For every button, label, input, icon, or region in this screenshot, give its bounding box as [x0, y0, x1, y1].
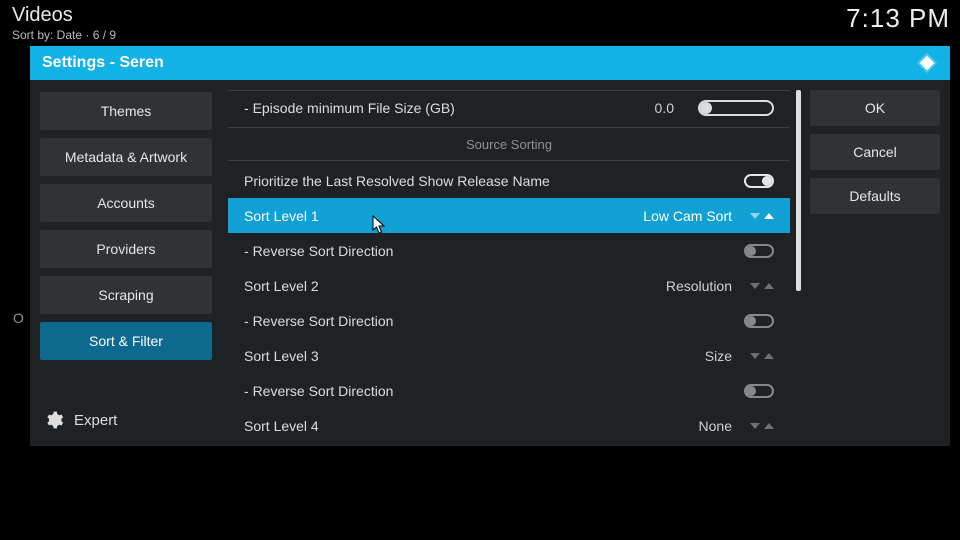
breadcrumb-subtitle: Sort by: Date · 6 / 9 [12, 28, 948, 42]
settings-level-toggle[interactable]: Expert [40, 404, 212, 436]
setting-value: Low Cam Sort [319, 208, 744, 224]
setting-reverse-sort-3[interactable]: Reverse Sort Direction [228, 373, 790, 408]
nav-item-providers[interactable]: Providers [40, 230, 212, 268]
gear-icon [44, 410, 64, 430]
setting-sort-level-1[interactable]: Sort Level 1 Low Cam Sort [228, 198, 790, 233]
chevron-up-icon[interactable] [764, 213, 774, 219]
background-stray-char: O [13, 310, 24, 326]
nav-item-metadata[interactable]: Metadata & Artwork [40, 138, 212, 176]
setting-label: Prioritize the Last Resolved Show Releas… [244, 173, 550, 189]
setting-sort-level-3[interactable]: Sort Level 3 Size [228, 338, 790, 373]
chevron-up-icon[interactable] [764, 353, 774, 359]
spinner-icon[interactable] [750, 353, 774, 359]
spinner-icon[interactable] [750, 423, 774, 429]
chevron-up-icon[interactable] [764, 283, 774, 289]
nav-item-sort-filter[interactable]: Sort & Filter [40, 322, 212, 360]
dialog-header: Settings - Seren [30, 46, 950, 80]
cancel-button[interactable]: Cancel [810, 134, 940, 170]
setting-label: Reverse Sort Direction [244, 243, 393, 259]
dialog-title: Settings - Seren [42, 46, 164, 80]
ok-button[interactable]: OK [810, 90, 940, 126]
setting-prioritize-last-resolved[interactable]: Prioritize the Last Resolved Show Releas… [228, 163, 790, 198]
setting-sort-level-2[interactable]: Sort Level 2 Resolution [228, 268, 790, 303]
settings-panel: Episode minimum File Size (GB) 0.0 Sourc… [222, 80, 796, 446]
slider-icon[interactable] [698, 100, 774, 116]
setting-label: Sort Level 2 [244, 278, 319, 294]
setting-value: None [319, 418, 744, 434]
nav-item-themes[interactable]: Themes [40, 92, 212, 130]
scrollbar[interactable] [796, 90, 801, 436]
kodi-logo-icon [916, 52, 938, 74]
setting-label: Sort Level 4 [244, 418, 319, 434]
toggle-icon[interactable] [744, 384, 774, 398]
chevron-down-icon[interactable] [750, 213, 760, 219]
spinner-icon[interactable] [750, 283, 774, 289]
spinner-icon[interactable] [750, 213, 774, 219]
setting-episode-min-size[interactable]: Episode minimum File Size (GB) 0.0 [228, 90, 790, 125]
settings-level-label: Expert [74, 412, 117, 429]
defaults-button[interactable]: Defaults [810, 178, 940, 214]
chevron-down-icon[interactable] [750, 283, 760, 289]
dialog-button-column: OK Cancel Defaults [802, 80, 950, 446]
setting-label: Reverse Sort Direction [244, 383, 393, 399]
background-topbar: Videos Sort by: Date · 6 / 9 7:13 PM [0, 0, 960, 40]
nav-item-accounts[interactable]: Accounts [40, 184, 212, 222]
breadcrumb-title: Videos [12, 4, 948, 27]
scrollbar-thumb[interactable] [796, 90, 801, 291]
setting-value: 0.0 [455, 100, 686, 116]
setting-label: Sort Level 3 [244, 348, 319, 364]
toggle-icon[interactable] [744, 244, 774, 258]
clock: 7:13 PM [846, 3, 950, 34]
setting-value: Resolution [319, 278, 744, 294]
setting-label: Reverse Sort Direction [244, 313, 393, 329]
toggle-icon[interactable] [744, 314, 774, 328]
section-header-source-sorting: Source Sorting [228, 127, 790, 161]
settings-category-nav: Themes Metadata & Artwork Accounts Provi… [30, 80, 222, 446]
setting-label: Episode minimum File Size (GB) [244, 100, 455, 116]
setting-sort-level-4[interactable]: Sort Level 4 None [228, 408, 790, 436]
chevron-up-icon[interactable] [764, 423, 774, 429]
chevron-down-icon[interactable] [750, 423, 760, 429]
settings-dialog: Settings - Seren Themes Metadata & Artwo… [30, 46, 950, 446]
toggle-icon[interactable] [744, 174, 774, 188]
chevron-down-icon[interactable] [750, 353, 760, 359]
setting-reverse-sort-1[interactable]: Reverse Sort Direction [228, 233, 790, 268]
setting-value: Size [319, 348, 744, 364]
nav-item-scraping[interactable]: Scraping [40, 276, 212, 314]
setting-reverse-sort-2[interactable]: Reverse Sort Direction [228, 303, 790, 338]
setting-label: Sort Level 1 [244, 208, 319, 224]
